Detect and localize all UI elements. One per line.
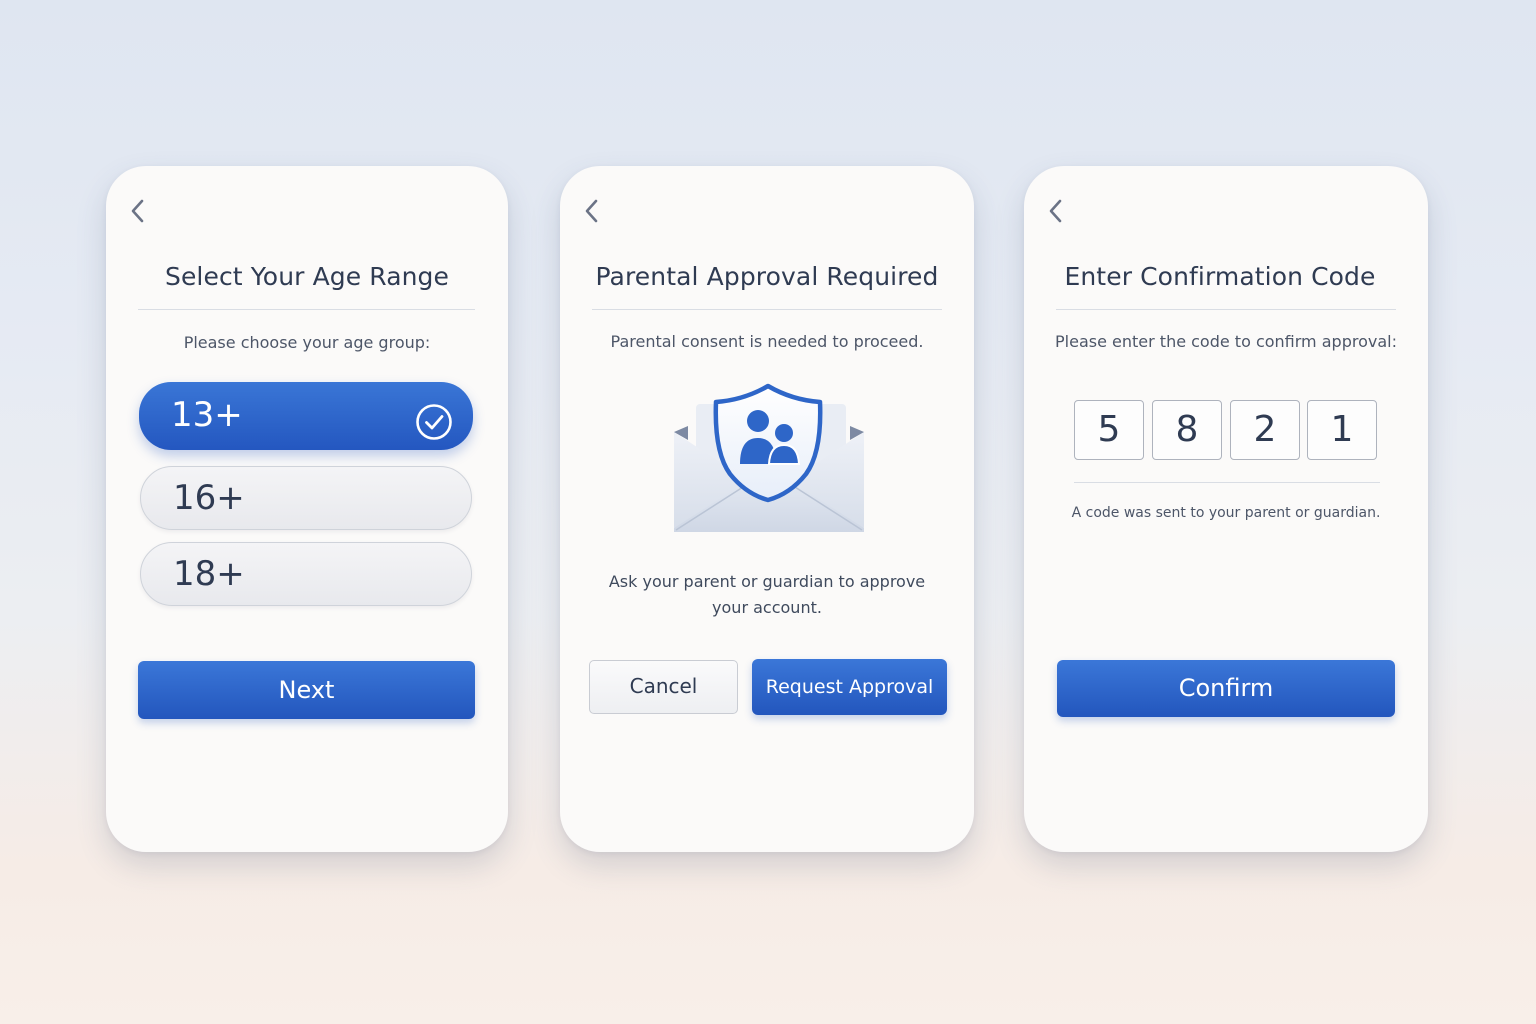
age-range-card: Select Your Age Range Please choose your…	[106, 166, 508, 852]
page-title: Enter Confirmation Code	[1064, 262, 1376, 291]
code-digit-4[interactable]: 1	[1307, 400, 1377, 460]
page-title: Select Your Age Range	[164, 262, 450, 291]
page-subtitle: Parental consent is needed to proceed.	[610, 332, 924, 351]
back-chevron-icon[interactable]	[1044, 196, 1068, 226]
confirmation-code-card: Enter Confirmation Code Please enter the…	[1024, 166, 1428, 852]
page-title: Parental Approval Required	[595, 262, 939, 291]
page-subtitle: Please choose your age group:	[183, 333, 431, 352]
back-chevron-icon[interactable]	[580, 196, 604, 226]
approval-instructions: Ask your parent or guardian to approve y…	[608, 572, 926, 617]
title-divider	[592, 309, 942, 310]
request-approval-button[interactable]: Request Approval	[752, 659, 947, 715]
age-option-16-plus[interactable]: 16+	[140, 466, 472, 530]
cancel-button[interactable]: Cancel	[589, 660, 738, 714]
age-option-label: 13+	[171, 395, 243, 435]
age-option-18-plus[interactable]: 18+	[140, 542, 472, 606]
age-option-13-plus[interactable]: 13+	[139, 382, 473, 450]
age-option-label: 16+	[173, 478, 245, 518]
envelope-shield-family-icon	[670, 382, 866, 538]
code-digit-3[interactable]: 2	[1230, 400, 1300, 460]
parental-approval-card: Parental Approval Required Parental cons…	[560, 166, 974, 852]
age-option-label: 18+	[173, 554, 245, 594]
code-hint: A code was sent to your parent or guardi…	[1071, 505, 1381, 521]
page-subtitle: Please enter the code to confirm approva…	[1055, 332, 1397, 351]
check-circle-icon	[415, 397, 453, 440]
title-divider	[138, 309, 475, 310]
next-button[interactable]: Next	[138, 661, 475, 719]
confirm-button[interactable]: Confirm	[1057, 660, 1395, 717]
back-chevron-icon[interactable]	[126, 196, 150, 226]
code-digit-2[interactable]: 8	[1152, 400, 1222, 460]
title-divider	[1056, 309, 1396, 310]
code-digit-1[interactable]: 5	[1074, 400, 1144, 460]
code-divider	[1074, 482, 1380, 483]
